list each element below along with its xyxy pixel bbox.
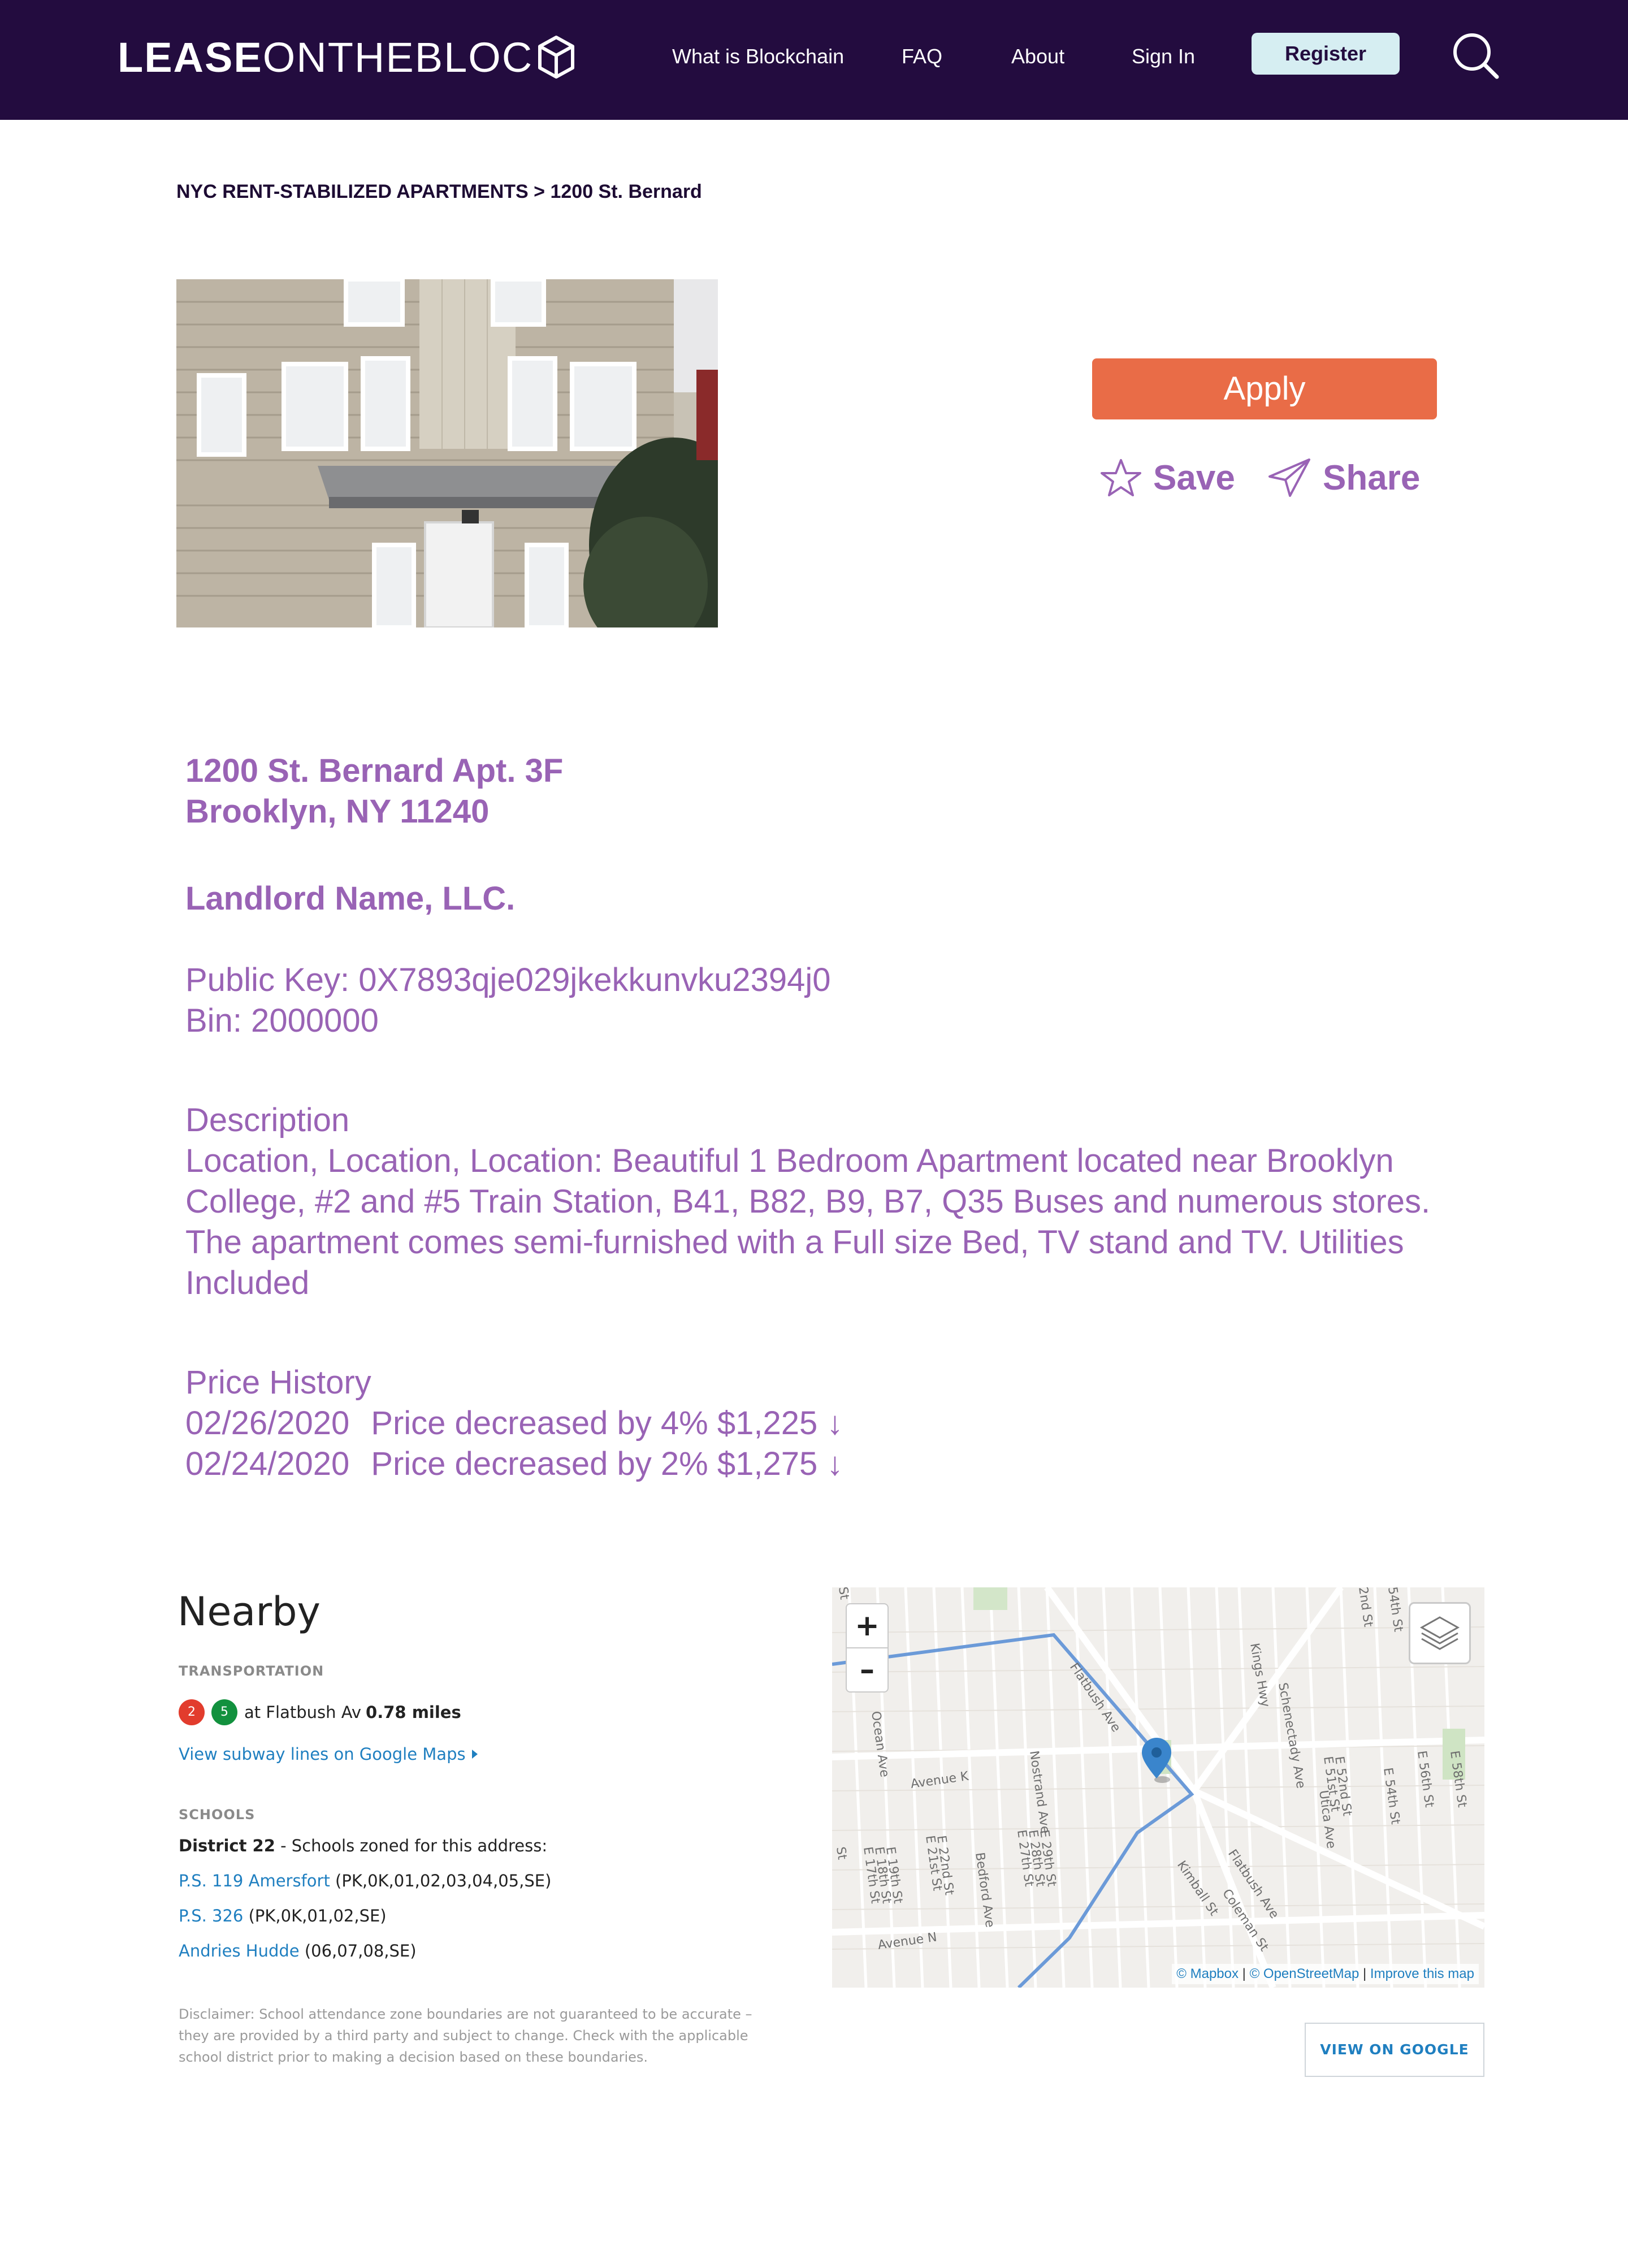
- subway-map-link[interactable]: View subway lines on Google Maps: [179, 1745, 466, 1764]
- save-button[interactable]: Save: [1100, 452, 1235, 503]
- school-disclaimer: Disclaimer: School attendance zone bound…: [179, 2006, 752, 2065]
- price-history-change: Price decreased by 2% $1,275 ↓: [371, 1445, 843, 1482]
- price-history-date: 02/24/2020: [185, 1445, 350, 1482]
- listing-identifiers: Public Key: 0X7893qje029jkekkunvku2394j0…: [185, 960, 830, 1041]
- view-on-google-button[interactable]: VIEW ON GOOGLE: [1305, 2023, 1484, 2077]
- street-label: Flatbush Ave: [1067, 1660, 1123, 1734]
- logo-text-bold: LEASE: [118, 33, 263, 81]
- bin-number: Bin: 2000000: [185, 1002, 379, 1039]
- street-label: 2nd St: [1356, 1587, 1375, 1628]
- attribution-separator: |: [1242, 1966, 1246, 1981]
- street-label: Kings Hwy: [1247, 1642, 1272, 1708]
- caret-right-icon: [471, 1750, 478, 1759]
- subway-line-2-badge: 2: [179, 1699, 205, 1725]
- district-note: - Schools zoned for this address:: [280, 1836, 548, 1855]
- nav-about[interactable]: About: [1011, 43, 1064, 70]
- nav-what-is-blockchain[interactable]: What is Blockchain: [672, 43, 844, 70]
- logo-text-light: ONTHEBLOC: [262, 33, 534, 81]
- subway-map-link-row: View subway lines on Google Maps: [179, 1745, 479, 1764]
- station-text: at Flatbush Av: [244, 1703, 362, 1722]
- star-icon: [1101, 459, 1141, 496]
- nearby-title: Nearby: [177, 1589, 321, 1635]
- search-icon: [1453, 33, 1499, 79]
- listing-address: 1200 St. Bernard Apt. 3F Brooklyn, NY 11…: [185, 751, 563, 832]
- apply-button[interactable]: Apply: [1092, 358, 1437, 419]
- schools-label: SCHOOLS: [179, 1807, 256, 1823]
- district-row: District 22 - Schools zoned for this add…: [179, 1836, 547, 1855]
- street-label: Avenue K: [910, 1769, 969, 1791]
- cube-logo-icon: [538, 36, 575, 79]
- school-row: Andries Hudde (06,07,08,SE): [179, 1941, 417, 1960]
- zoom-control: + –: [846, 1603, 889, 1693]
- subway-line-5-badge: 5: [211, 1699, 237, 1725]
- site-header: LEASE ONTHEBLOC What is Blockchain FAQ Ab…: [0, 0, 1628, 120]
- site-logo[interactable]: LEASE ONTHEBLOC: [118, 32, 576, 83]
- street-label: St: [835, 1587, 851, 1601]
- map-canvas[interactable]: Flatbush Ave Kings Hwy Schenectady Ave O…: [832, 1587, 1484, 1988]
- school-row: P.S. 326 (PK,0K,01,02,SE): [179, 1906, 387, 1925]
- school-link[interactable]: P.S. 119 Amersfort: [179, 1871, 330, 1890]
- building-photo-illustration: [176, 279, 718, 627]
- openstreetmap-link[interactable]: © OpenStreetMap: [1250, 1966, 1359, 1981]
- price-history-row: 02/24/2020 Price decreased by 2% $1,275 ↓: [185, 1444, 864, 1484]
- school-grades: (PK,0K,01,02,03,04,05,SE): [335, 1871, 552, 1890]
- improve-map-link[interactable]: Improve this map: [1370, 1966, 1474, 1981]
- share-label: Share: [1323, 458, 1421, 497]
- price-history-date: 02/26/2020: [185, 1405, 350, 1442]
- public-key: Public Key: 0X7893qje029jkekkunvku2394j0: [185, 962, 831, 998]
- transportation-label: TRANSPORTATION: [179, 1663, 324, 1679]
- school-grades: (PK,0K,01,02,SE): [248, 1906, 387, 1925]
- search-button[interactable]: [1451, 31, 1500, 80]
- map-layers-button[interactable]: [1409, 1602, 1471, 1664]
- street-label: Ocean Ave: [868, 1710, 891, 1778]
- district-name: District 22: [179, 1836, 275, 1855]
- description-heading: Description: [185, 1102, 350, 1139]
- price-history-change: Price decreased by 4% $1,225 ↓: [371, 1405, 843, 1442]
- breadcrumb-section-link[interactable]: NYC RENT-STABILIZED APARTMENTS: [176, 181, 529, 202]
- description-section: Description Location, Location, Location…: [185, 1100, 1486, 1304]
- transit-row: 2 5 at Flatbush Av 0.78 miles: [179, 1698, 461, 1726]
- street-label: Nostrand Ave: [1027, 1750, 1052, 1834]
- nav-faq[interactable]: FAQ: [902, 43, 942, 70]
- school-row: P.S. 119 Amersfort (PK,0K,01,02,03,04,05…: [179, 1871, 551, 1890]
- address-line-2: Brooklyn, NY 11240: [185, 793, 490, 830]
- landlord-name: Landlord Name, LLC.: [185, 880, 516, 917]
- price-history-section: Price History 02/26/2020 Price decreased …: [185, 1362, 864, 1484]
- school-grades: (06,07,08,SE): [304, 1941, 417, 1960]
- school-link[interactable]: Andries Hudde: [179, 1941, 300, 1960]
- street-label: St: [833, 1846, 849, 1860]
- attribution-separator: |: [1363, 1966, 1367, 1981]
- price-history-heading: Price History: [185, 1364, 371, 1401]
- price-history-row: 02/26/2020 Price decreased by 4% $1,225 ↓: [185, 1403, 864, 1444]
- share-button[interactable]: Share: [1267, 452, 1420, 503]
- nav-sign-in[interactable]: Sign In: [1132, 43, 1195, 70]
- breadcrumb-current: 1200 St. Bernard: [550, 181, 702, 202]
- breadcrumb: NYC RENT-STABILIZED APARTMENTS > 1200 St…: [176, 181, 702, 203]
- neighborhood-map[interactable]: Flatbush Ave Kings Hwy Schenectady Ave O…: [832, 1587, 1484, 1988]
- apartment-photo[interactable]: [176, 279, 718, 627]
- paper-plane-icon: [1268, 458, 1310, 497]
- street-label: 54th St: [1385, 1587, 1405, 1633]
- school-link[interactable]: P.S. 326: [179, 1906, 243, 1925]
- register-button[interactable]: Register: [1252, 33, 1400, 75]
- zoom-out-button[interactable]: –: [847, 1648, 887, 1691]
- address-line-1: 1200 St. Bernard Apt. 3F: [185, 752, 564, 789]
- map-attribution: © Mapbox | © OpenStreetMap | Improve thi…: [1172, 1964, 1479, 1984]
- zoom-in-button[interactable]: +: [847, 1604, 887, 1647]
- mapbox-link[interactable]: © Mapbox: [1176, 1966, 1239, 1981]
- station-distance: 0.78 miles: [366, 1703, 461, 1722]
- description-text: Location, Location, Location: Beautiful …: [185, 1142, 1431, 1301]
- layers-icon: [1419, 1616, 1460, 1650]
- save-label: Save: [1153, 458, 1235, 497]
- breadcrumb-separator: >: [534, 181, 545, 202]
